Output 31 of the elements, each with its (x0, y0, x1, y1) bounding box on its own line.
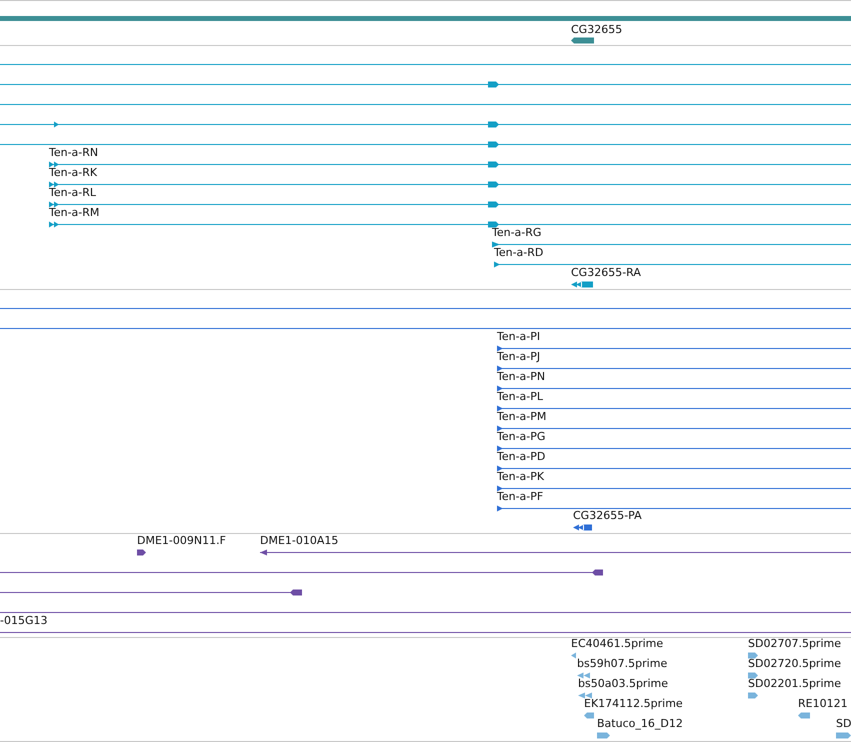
feature-label: Ten-a-RM (49, 207, 100, 219)
feature-label: Ten-a-RK (49, 167, 98, 179)
feature-label: CG32655-RA (571, 267, 641, 279)
feature-label: Ten-a-PD (497, 451, 546, 463)
feature-label: SD02707.5prime (748, 638, 841, 650)
feature-label: SD02201.5prime (748, 678, 841, 690)
feature-label: Ten-a-RL (49, 187, 96, 199)
feature-label: DME1-010A15 (260, 535, 338, 547)
feature-label: Ten-a-PG (497, 431, 546, 443)
feature-label: Ten-a-PI (497, 331, 540, 343)
feature-label: DME1-009N11.F (137, 535, 226, 547)
feature-label: Ten-a-PK (497, 471, 544, 483)
feature-label: Batuco_16_D12 (597, 718, 683, 730)
feature-label: SD (836, 718, 851, 730)
feature-label: SD02720.5prime (748, 658, 841, 670)
feature-label: Ten-a-RD (494, 247, 544, 259)
feature-label: EC40461.5prime (571, 638, 664, 650)
feature-label: Ten-a-PM (497, 411, 546, 423)
feature-label: Ten-a-PF (497, 491, 544, 503)
feature-label: Ten-a-RN (49, 147, 98, 159)
feature-label: bs50a03.5prime (578, 678, 668, 690)
feature-label: RE10121 (798, 698, 848, 710)
feature-label: Ten-a-PJ (497, 351, 540, 363)
feature-label: EK174112.5prime (584, 698, 683, 710)
feature-label: bs59h07.5prime (577, 658, 668, 670)
feature-label: Ten-a-PN (497, 371, 546, 383)
feature-label: Ten-a-RG (492, 227, 542, 239)
feature-label: -015G13 (0, 615, 48, 627)
feature-label: Ten-a-PL (497, 391, 544, 403)
feature-label: CG32655 (571, 24, 622, 36)
feature-label: CG32655-PA (573, 510, 642, 522)
